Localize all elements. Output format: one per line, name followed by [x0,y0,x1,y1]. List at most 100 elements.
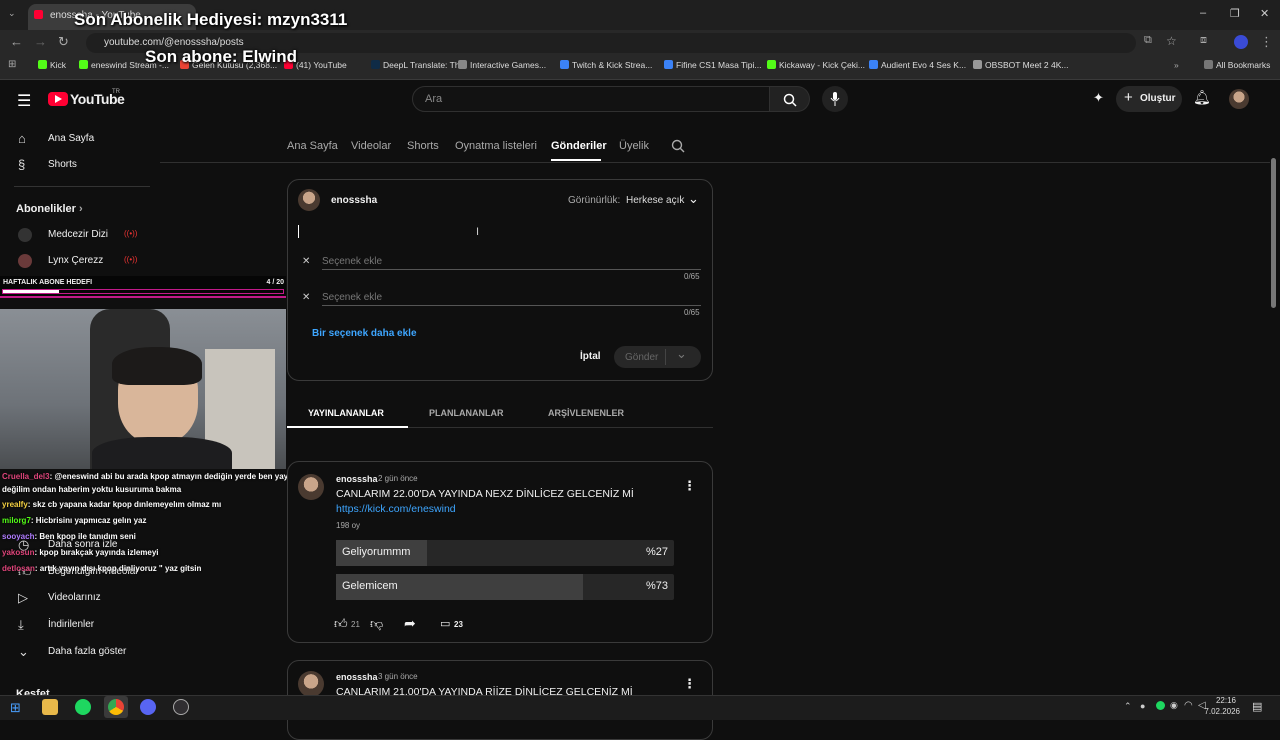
post-tab-1[interactable]: PLANLANANLAR [429,408,504,418]
clock-time[interactable]: 22:16 [1206,696,1236,705]
webcam-hair [112,347,202,385]
bookmark-item[interactable]: Kickaway - Kick Çeki... [767,60,865,70]
visibility-dropdown[interactable]: Herkese açık ⌄ [626,191,702,208]
start-windows-icon[interactable]: ⊞ [10,700,21,716]
like-button[interactable]: 👍︎ [334,616,348,632]
post-avatar[interactable] [298,671,324,697]
post-time[interactable]: 2 gün önce [378,474,418,483]
post-tab-2[interactable]: ARŞİVLENENLER [548,408,624,418]
channel-avatar [18,228,32,242]
share-button[interactable]: ➦ [404,615,416,632]
all-bookmarks[interactable]: All Bookmarks [1204,60,1270,70]
sidebar-item-your-videos[interactable]: ▷ Videolarınız [0,585,150,611]
reload-icon[interactable]: ↻ [58,34,69,50]
channel-tab-4[interactable]: Gönderiler [551,140,607,152]
poll-option-1-input[interactable]: Seçenek ekle [322,254,701,270]
subscriber-goal-widget: HAFTALIK ABONE HEDEFI 4 / 20 [0,276,286,298]
submit-button[interactable]: Gönder [625,352,658,363]
voice-search-button[interactable] [822,86,848,112]
install-icon[interactable]: ⧉ [1144,34,1152,47]
tray-icon[interactable]: ◉ [1170,700,1178,711]
youtube-favicon-icon [34,10,43,19]
remove-option-2-icon[interactable]: ✕ [302,292,310,303]
comments-button[interactable]: ▭ [440,617,450,630]
spotify-icon[interactable] [75,699,91,715]
notification-center-icon[interactable]: ▤ [1252,700,1262,713]
tray-spotify-icon[interactable] [1156,701,1165,710]
sidebar-item-downloads[interactable]: ⤓ İndirilenler [0,612,150,638]
file-explorer-icon[interactable] [42,699,58,715]
bookmark-item[interactable]: Twitch & Kick Strea... [560,60,652,70]
maximize-icon[interactable]: ❐ [1230,7,1240,20]
channel-tab-1[interactable]: Videolar [351,140,391,152]
poll-option-result[interactable]: Gelemicem %73 [336,574,674,600]
discord-icon[interactable] [140,699,156,715]
bookmark-item[interactable]: Kick [38,60,66,70]
sidebar-item-show-more[interactable]: ⌄ Daha fazla göster [0,639,150,665]
network-icon[interactable]: ◠ [1184,700,1193,711]
post-menu-icon[interactable]: ⋮ [683,478,696,494]
post-time[interactable]: 3 gün önce [378,672,418,681]
clock-date[interactable]: 7.02.2026 [1200,707,1240,716]
option-2-counter: 0/65 [684,308,700,317]
dislike-button[interactable]: 👎︎ [370,616,383,632]
page-scrollbar[interactable] [1271,158,1276,308]
cancel-button[interactable]: İptal [580,351,601,362]
back-icon[interactable]: ← [10,34,23,49]
bookmark-item[interactable]: Audient Evo 4 Ses K... [869,60,966,70]
remove-option-1-icon[interactable]: ✕ [302,256,310,267]
channel-search-icon[interactable] [671,139,685,153]
browser-menu-icon[interactable]: ⋮ [1260,34,1273,50]
webcam-hoodie [92,437,232,469]
sidebar-sub-medcezir[interactable]: Medcezir Dizi ((•)) [0,222,150,248]
sidebar-item-label: Videolarınız [48,592,101,603]
tray-app-icon[interactable]: ● [1140,701,1145,711]
bookmark-item[interactable]: Fifine CS1 Masa Tipi... [664,60,762,70]
create-button[interactable]: + Oluştur [1116,86,1182,112]
tab-menu-icon[interactable]: ⌄ [8,8,16,19]
account-avatar[interactable] [1229,89,1249,109]
search-input[interactable]: Ara [412,86,770,112]
search-button[interactable] [770,86,810,112]
apps-grid-icon[interactable]: ⊞ [8,59,16,70]
bookmark-item[interactable]: Interactive Games... [458,60,546,70]
sidebar-item-home[interactable]: ⌂ Ana Sayfa [0,126,150,152]
notifications-bell-icon[interactable]: 🔔︎ [1193,89,1211,106]
post-menu-icon[interactable]: ⋮ [683,676,696,692]
subscriptions-heading[interactable]: Abonelikler › [16,203,83,215]
sidebar-item-shorts[interactable]: § Shorts [0,152,150,178]
bookmark-item[interactable]: DeepL Translate: Th... [371,60,467,70]
chrome-icon[interactable] [108,699,124,715]
channel-tab-3[interactable]: Oynatma listeleri [455,140,537,152]
extensions-icon[interactable]: ⧈ [1200,34,1207,47]
poll-option-2-input[interactable]: Seçenek ekle [322,290,701,306]
bookmark-star-icon[interactable]: ☆ [1166,34,1177,48]
bookmark-label: Kickaway - Kick Çeki... [779,60,865,70]
obs-icon[interactable] [173,699,189,715]
post-link[interactable]: https://kick.com/eneswind [336,503,456,515]
tray-overflow-icon[interactable]: ⌃ [1124,701,1132,712]
hamburger-menu-icon[interactable]: ☰ [17,91,31,111]
bookmark-favicon-icon [973,60,982,69]
studio-icon[interactable]: ✦ [1093,90,1104,106]
channel-tab-2[interactable]: Shorts [407,140,439,152]
post-avatar[interactable] [298,474,324,500]
add-option-link[interactable]: Bir seçenek daha ekle [312,328,417,339]
search-icon [783,93,797,107]
post-tab-0[interactable]: YAYINLANANLAR [308,408,384,418]
schedule-dropdown-icon[interactable]: ⌄ [676,346,687,362]
poll-option-result[interactable]: Geliyorummm %27 [336,540,674,566]
forward-icon[interactable]: → [34,34,47,49]
post-text-input[interactable] [298,225,698,239]
play-triangle-icon [55,95,62,103]
post-author[interactable]: enosssha [336,474,378,484]
post-author[interactable]: enosssha [336,672,378,682]
sidebar-sub-lynx[interactable]: Lynx Çerezz ((•)) [0,248,150,274]
channel-tab-0[interactable]: Ana Sayfa [287,140,338,152]
profile-avatar[interactable] [1234,35,1248,49]
bookmarks-overflow-icon[interactable]: » [1174,60,1179,70]
bookmark-item[interactable]: OBSBOT Meet 2 4K... [973,60,1068,70]
close-icon[interactable]: ✕ [1260,7,1269,20]
minimize-icon[interactable]: – [1200,7,1206,19]
channel-tab-5[interactable]: Üyelik [619,140,649,152]
